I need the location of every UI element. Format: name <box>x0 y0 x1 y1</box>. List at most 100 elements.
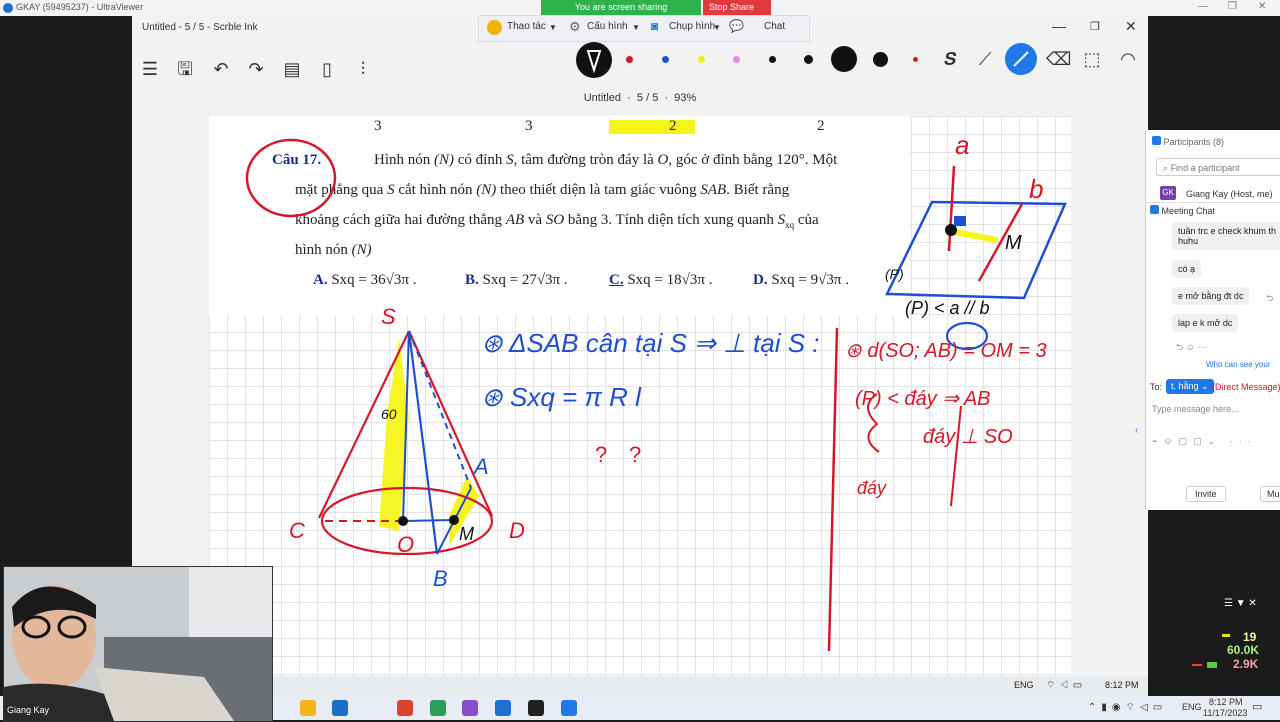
color-yellow-swatch[interactable] <box>698 56 705 63</box>
chevron-down-icon[interactable]: ▼ <box>549 23 557 32</box>
tray-icons[interactable]: ⌃▮◉⌔◁▭ <box>1088 701 1167 714</box>
invite-button[interactable]: Invite <box>1186 486 1226 502</box>
new-page-icon[interactable]: ▯ <box>316 58 338 80</box>
label-line-b: b <box>1029 174 1044 204</box>
zoom-logo-icon <box>1152 136 1161 145</box>
arrow-mark <box>950 405 962 507</box>
message-input[interactable]: Type message here... <box>1152 404 1239 414</box>
label-o: O <box>397 532 415 557</box>
webcam-name: Giang Kay <box>7 705 50 715</box>
color-red-swatch[interactable] <box>626 56 633 63</box>
size-small-swatch[interactable] <box>769 56 776 63</box>
settings-sliders-icon[interactable]: ⫶ <box>352 58 374 80</box>
recipient-dropdown[interactable]: t. hằng ⌄ <box>1166 379 1214 394</box>
notification-icon[interactable]: ▭ <box>1252 700 1262 713</box>
chat-message: lap e k mở dc <box>1172 314 1239 332</box>
point-o <box>398 516 408 526</box>
right-angle-mark <box>954 216 966 226</box>
zoom-logo-icon <box>1150 205 1159 214</box>
app-icon[interactable] <box>462 700 478 716</box>
zoom-side-panel: Participants (8) ⌕ Find a participant GK… <box>1145 130 1280 510</box>
find-participant-input[interactable]: ⌕ Find a participant <box>1156 158 1280 176</box>
color-blue-swatch[interactable] <box>662 56 669 63</box>
label-line-a: a <box>955 130 970 160</box>
app-icon[interactable] <box>528 700 544 716</box>
color-pink-swatch[interactable] <box>733 56 740 63</box>
sharing-label: You are screen sharing <box>574 2 668 12</box>
size-large-swatch[interactable] <box>831 46 857 72</box>
page-indicator: 5 / 5 <box>636 92 659 104</box>
menu-icon[interactable]: ☰ <box>139 58 161 80</box>
separator-line <box>827 327 839 652</box>
zoom-chat-button[interactable]: Chat <box>764 21 785 32</box>
upload-bar-red <box>1192 664 1202 666</box>
view-icon[interactable]: ◠ <box>1117 48 1139 70</box>
screen-sharing-banner: You are screen sharing <box>541 0 701 15</box>
size-tiny-red-swatch[interactable] <box>913 57 918 62</box>
remote-taskbar <box>132 676 1148 696</box>
stop-share-button[interactable]: Stop Share <box>703 0 771 15</box>
upload-bar-green <box>1207 662 1217 668</box>
upload-rate: 2.9K <box>1233 657 1259 671</box>
line-a <box>947 165 956 252</box>
message-actions[interactable]: ⮌ ☺ ··· <box>1176 340 1206 356</box>
label-b: B <box>433 566 448 591</box>
label-a: A <box>474 454 489 479</box>
chat-tools[interactable]: ⌁☺▢▢⌄ ··· <box>1152 436 1257 447</box>
plane-p <box>885 200 1067 300</box>
note-base-perp: đáy ⊥ SO <box>923 426 1013 448</box>
save-icon[interactable]: 🖫 <box>174 58 196 80</box>
restore-icon[interactable]: ❐ <box>1228 1 1237 12</box>
label-c: C <box>289 518 305 543</box>
ultraviewer-taskbar-icon[interactable] <box>495 700 511 716</box>
ink-canvas[interactable]: 3 3 2 2 Câu 17. Hình nón (N) có đỉnh S, … <box>209 116 1071 676</box>
label-plane-p: (P) <box>885 266 904 282</box>
mute-button[interactable]: Mu <box>1260 486 1280 502</box>
window-minimize-icon[interactable]: — <box>1052 18 1066 34</box>
pen-tool-button[interactable] <box>576 42 612 78</box>
note-plane-parallel: (P) < a // b <box>905 298 990 318</box>
close-icon[interactable]: ✕ <box>1258 1 1266 12</box>
zoom-capture-menu[interactable]: Chụp hình <box>669 21 715 32</box>
chevron-down-icon[interactable]: ▼ <box>632 23 640 32</box>
camera-icon: ◙ <box>651 19 659 33</box>
chevron-down-icon[interactable]: ▼ <box>713 23 721 32</box>
stats-menu-icon[interactable]: ☰ ▼ ✕ <box>1224 598 1257 609</box>
pen-icon <box>586 50 602 74</box>
chrome-icon[interactable] <box>397 700 413 716</box>
redo-icon[interactable]: ↷ <box>245 58 267 80</box>
host-participant[interactable]: Giang Kay (Host, me) <box>1186 189 1273 199</box>
point-m <box>449 515 459 525</box>
chat-header: Meeting Chat <box>1146 202 1280 219</box>
minimize-icon[interactable]: — <box>1198 1 1208 12</box>
taskbar-time: 8:12 PM <box>1209 697 1243 707</box>
collapse-panel-icon[interactable]: ‹ <box>1135 425 1138 436</box>
zoom-action-menu[interactable]: Thao tác <box>507 21 546 32</box>
size-xlarge-swatch[interactable] <box>873 52 888 67</box>
eraser-icon[interactable]: ⌫ <box>1046 48 1071 70</box>
question-mark-1: ? <box>595 442 608 467</box>
line-tool-button[interactable] <box>1005 43 1037 75</box>
window-title: Untitled - 5 / 5 - Scrble Ink <box>142 22 258 33</box>
select-icon[interactable]: ⬚ <box>1081 48 1103 70</box>
size-medium-swatch[interactable] <box>804 55 813 64</box>
zoom-taskbar-icon[interactable] <box>561 700 577 716</box>
ruler-icon[interactable]: ⟋ <box>974 48 996 70</box>
mail-icon[interactable] <box>332 700 348 716</box>
app-icon[interactable] <box>430 700 446 716</box>
file-explorer-icon[interactable] <box>300 700 316 716</box>
scrble-ink-window: Untitled - 5 / 5 - Scrble Ink — ❐ ✕ ☰ 🖫 … <box>132 16 1148 696</box>
gear-icon: ⚙ <box>569 19 581 34</box>
note-sxq: ⊛ Sxq = π R l <box>481 382 641 412</box>
window-close-icon[interactable]: ✕ <box>1125 18 1137 35</box>
reply-icon[interactable]: ⮌ <box>1266 291 1273 307</box>
clipboard-icon[interactable]: ▤ <box>281 58 303 80</box>
who-can-see-link[interactable]: Who can see your <box>1206 360 1270 369</box>
window-restore-icon[interactable]: ❐ <box>1090 20 1100 33</box>
undo-icon[interactable]: ↶ <box>210 58 232 80</box>
fps-value: 19 <box>1243 630 1257 644</box>
chat-message: có ạ <box>1172 260 1202 278</box>
ultraviewer-title: GKAY (59495237) - UltraViewer <box>16 2 144 12</box>
zoom-settings-menu[interactable]: Cấu hình <box>587 21 628 32</box>
stroke-icon[interactable]: 𝑺 <box>939 48 961 70</box>
